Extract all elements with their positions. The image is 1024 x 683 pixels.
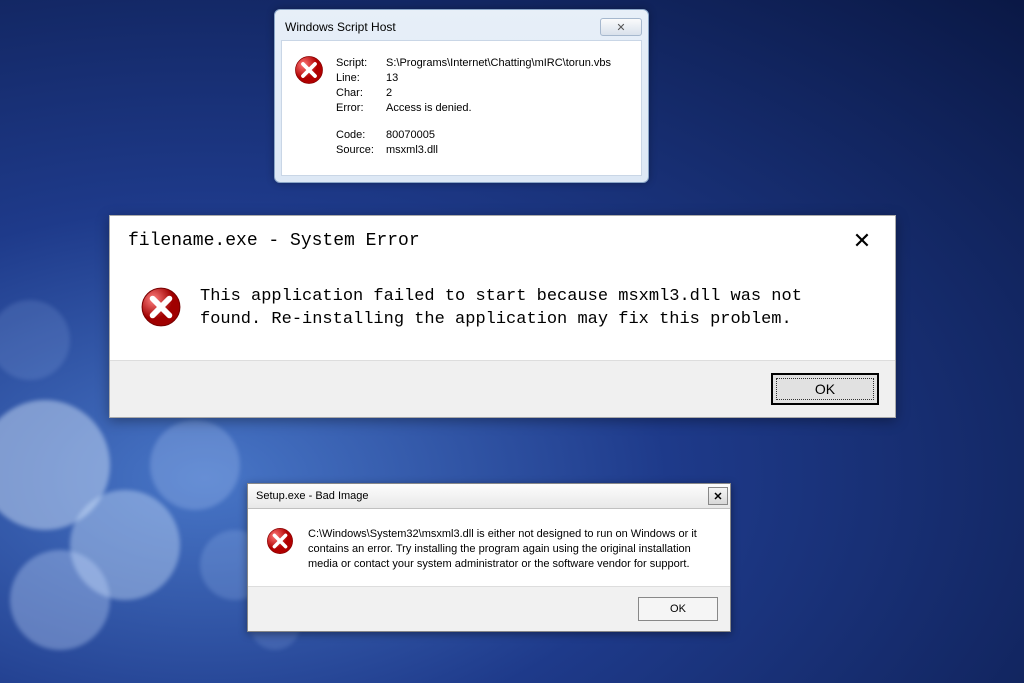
dialog-body: C:\Windows\System32\msxml3.dll is either… [248, 509, 730, 586]
close-button[interactable]: ✕ [708, 487, 728, 505]
bad-image-dialog: Setup.exe - Bad Image ✕ C:\Windows\Syste… [247, 483, 731, 632]
value: S:\Programs\Internet\Chatting\mIRC\torun… [386, 57, 617, 70]
error-message: C:\Windows\System32\msxml3.dll is either… [308, 527, 712, 572]
dialog-body: Script:S:\Programs\Internet\Chatting\mIR… [281, 40, 642, 176]
close-icon: ✕ [616, 21, 625, 34]
dialog-title: filename.exe - System Error [128, 231, 420, 251]
close-button[interactable]: ✕ [600, 18, 642, 36]
error-icon [266, 527, 294, 555]
value: Access is denied. [386, 102, 617, 115]
dialog-footer: OK [248, 586, 730, 631]
error-details: Script:S:\Programs\Internet\Chatting\mIR… [334, 55, 619, 159]
script-host-dialog: Windows Script Host ✕ Script:S:\Programs… [274, 9, 649, 183]
error-icon [140, 286, 182, 328]
label: Source: [336, 144, 384, 157]
close-icon: ✕ [853, 228, 871, 253]
label: Line: [336, 72, 384, 85]
dialog-title: Setup.exe - Bad Image [256, 490, 369, 502]
close-icon: ✕ [713, 490, 722, 503]
label: Error: [336, 102, 384, 115]
error-icon [294, 55, 324, 85]
dialog-titlebar[interactable]: Windows Script Host ✕ [281, 16, 642, 40]
label: Script: [336, 57, 384, 70]
dialog-titlebar[interactable]: Setup.exe - Bad Image ✕ [248, 484, 730, 509]
label: Code: [336, 129, 384, 142]
close-button[interactable]: ✕ [847, 228, 877, 254]
value: 80070005 [386, 129, 617, 142]
label: Char: [336, 87, 384, 100]
value: msxml3.dll [386, 144, 617, 157]
dialog-body: This application failed to start because… [110, 264, 895, 360]
ok-button[interactable]: OK [771, 373, 879, 405]
value: 13 [386, 72, 617, 85]
dialog-title: Windows Script Host [285, 20, 396, 34]
error-message: This application failed to start because… [200, 286, 865, 332]
ok-button[interactable]: OK [638, 597, 718, 621]
value: 2 [386, 87, 617, 100]
dialog-titlebar[interactable]: filename.exe - System Error ✕ [110, 216, 895, 264]
dialog-footer: OK [110, 360, 895, 417]
system-error-dialog: filename.exe - System Error ✕ This appli… [109, 215, 896, 418]
